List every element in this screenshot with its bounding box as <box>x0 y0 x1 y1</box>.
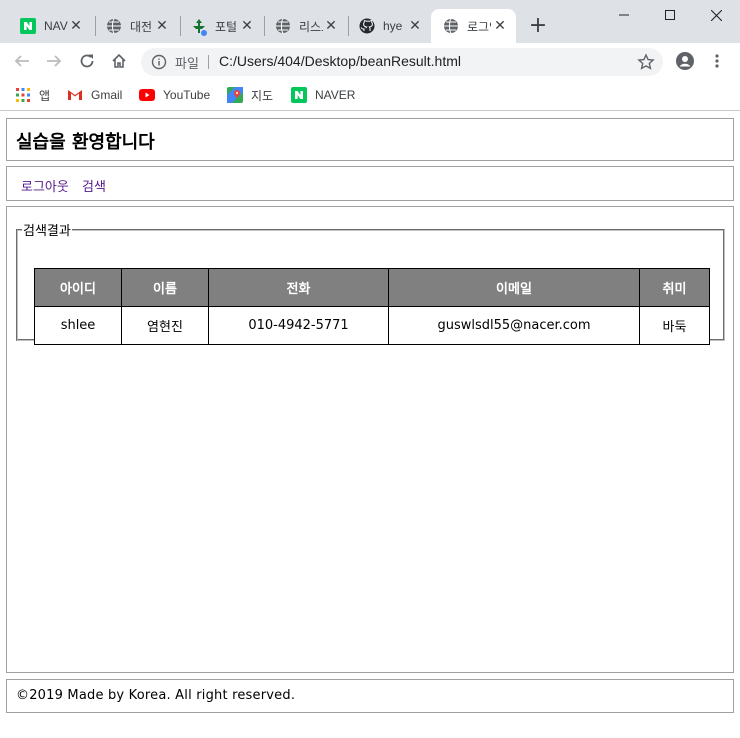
bookmark-label: 앱 <box>39 88 51 103</box>
bookmark-maps[interactable]: 지도 <box>227 85 273 105</box>
tab-daejeon[interactable]: 대전 ✕ <box>94 9 178 43</box>
header-hobby: 취미 <box>639 268 710 307</box>
close-tab-icon[interactable]: ✕ <box>407 18 423 34</box>
account-icon <box>676 52 694 70</box>
reload-button[interactable] <box>75 49 99 73</box>
close-tab-icon[interactable]: ✕ <box>492 18 508 34</box>
arrow-right-icon <box>47 55 62 67</box>
header-phone: 전화 <box>208 268 389 307</box>
search-link[interactable]: 검색 <box>82 176 106 195</box>
bookmark-label: Gmail <box>91 88 123 102</box>
minimize-icon <box>619 14 629 16</box>
home-button[interactable] <box>107 49 131 73</box>
minimize-button[interactable] <box>601 0 647 30</box>
bookmark-label: YouTube <box>163 88 211 102</box>
more-vert-icon <box>715 54 719 68</box>
tab-title: NAVER <box>44 19 68 33</box>
tab-title: hye <box>383 19 403 33</box>
logout-link[interactable]: 로그아웃 <box>21 176 69 195</box>
gmail-icon <box>67 87 83 103</box>
main-section: 검색결과 아이디 이름 전화 이메일 취미 shlee 염현진 010-4942… <box>6 206 734 673</box>
reload-icon <box>80 54 94 68</box>
close-window-button[interactable] <box>693 0 739 30</box>
naver-icon <box>20 18 36 34</box>
tab-title: 대전 <box>130 19 153 34</box>
footer-text: ©2019 Made by Korea. All right reserved. <box>16 688 296 703</box>
browser-toolbar: 파일 C:/Users/404/Desktop/beanResult.html <box>0 43 740 80</box>
github-icon <box>359 18 375 34</box>
close-icon <box>710 9 722 21</box>
cell-email: guswlsdl55@nacer.com <box>388 306 640 345</box>
bookmark-star-icon[interactable] <box>637 53 655 71</box>
globe-icon <box>443 18 459 34</box>
apps-grid-icon <box>15 87 31 103</box>
tab-title: 리스트 <box>299 19 323 34</box>
page-title: 실습을 환영합니다 <box>16 132 155 153</box>
header-id: 아이디 <box>34 268 122 307</box>
tab-title: 로그인 <box>467 19 491 34</box>
maximize-button[interactable] <box>647 0 693 30</box>
tab-strip: NAVER ✕ 대전 ✕ 포털 ✕ 리스트 <box>0 0 740 43</box>
globe-icon <box>106 18 122 34</box>
back-button[interactable] <box>10 49 34 73</box>
maximize-icon <box>665 10 675 20</box>
new-tab-button[interactable]: + <box>526 14 550 38</box>
cell-phone: 010-4942-5771 <box>208 306 389 345</box>
maps-icon <box>227 87 243 103</box>
header-name: 이름 <box>121 268 209 307</box>
close-tab-icon[interactable]: ✕ <box>154 18 170 34</box>
cell-id: shlee <box>34 306 122 345</box>
url-text[interactable]: C:/Users/404/Desktop/beanResult.html <box>219 53 461 69</box>
arrow-left-icon <box>14 55 29 67</box>
header-email: 이메일 <box>388 268 640 307</box>
tab-github[interactable]: hye ✕ <box>347 9 431 43</box>
page-nav: 로그아웃 검색 <box>6 166 734 201</box>
cell-hobby: 바둑 <box>639 306 710 345</box>
close-tab-icon[interactable]: ✕ <box>323 18 339 34</box>
bookmark-naver[interactable]: NAVER <box>291 85 355 105</box>
menu-button[interactable] <box>705 49 729 73</box>
bookmark-youtube[interactable]: YouTube <box>139 85 210 105</box>
results-legend: 검색결과 <box>23 224 71 239</box>
portal-icon <box>191 18 207 36</box>
results-table: 아이디 이름 전화 이메일 취미 shlee 염현진 010-4942-5771… <box>34 268 710 345</box>
page-footer: ©2019 Made by Korea. All right reserved. <box>6 679 734 713</box>
tab-title: 포털 <box>215 19 238 34</box>
tab-list[interactable]: 리스트 ✕ <box>263 9 347 43</box>
forward-button[interactable] <box>42 49 66 73</box>
scheme-label: 파일 <box>175 56 199 71</box>
bookmark-label: NAVER <box>315 88 356 102</box>
web-page: 실습을 환영합니다 로그아웃 검색 검색결과 아이디 이름 전화 이메일 취미 <box>0 111 740 738</box>
cell-name: 염현진 <box>121 306 209 345</box>
address-divider <box>208 55 209 69</box>
close-tab-icon[interactable]: ✕ <box>239 18 255 34</box>
tab-login-active[interactable]: 로그인 ✕ <box>431 9 516 43</box>
tab-naver[interactable]: NAVER ✕ <box>8 9 92 43</box>
bookmark-gmail[interactable]: Gmail <box>67 85 122 105</box>
browser-chrome: NAVER ✕ 대전 ✕ 포털 ✕ 리스트 <box>0 0 740 111</box>
table-row: shlee 염현진 010-4942-5771 guswlsdl55@nacer… <box>34 306 710 345</box>
youtube-icon <box>139 87 155 103</box>
globe-icon <box>275 18 291 34</box>
page-header: 실습을 환영합니다 <box>6 118 734 161</box>
table-header-row: 아이디 이름 전화 이메일 취미 <box>34 268 710 307</box>
address-bar[interactable]: 파일 C:/Users/404/Desktop/beanResult.html <box>141 48 663 76</box>
bookmark-label: 지도 <box>251 88 274 103</box>
tab-portal[interactable]: 포털 ✕ <box>179 9 263 43</box>
home-icon <box>112 53 126 68</box>
naver-icon <box>291 87 307 103</box>
results-fieldset: 검색결과 아이디 이름 전화 이메일 취미 shlee 염현진 010-4942… <box>16 220 725 345</box>
info-icon[interactable] <box>151 54 167 70</box>
profile-button[interactable] <box>673 49 697 73</box>
bookmark-apps[interactable]: 앱 <box>15 85 50 105</box>
bookmarks-bar: 앱 Gmail YouTube 지도 NAVER <box>0 80 740 111</box>
close-tab-icon[interactable]: ✕ <box>68 18 84 34</box>
